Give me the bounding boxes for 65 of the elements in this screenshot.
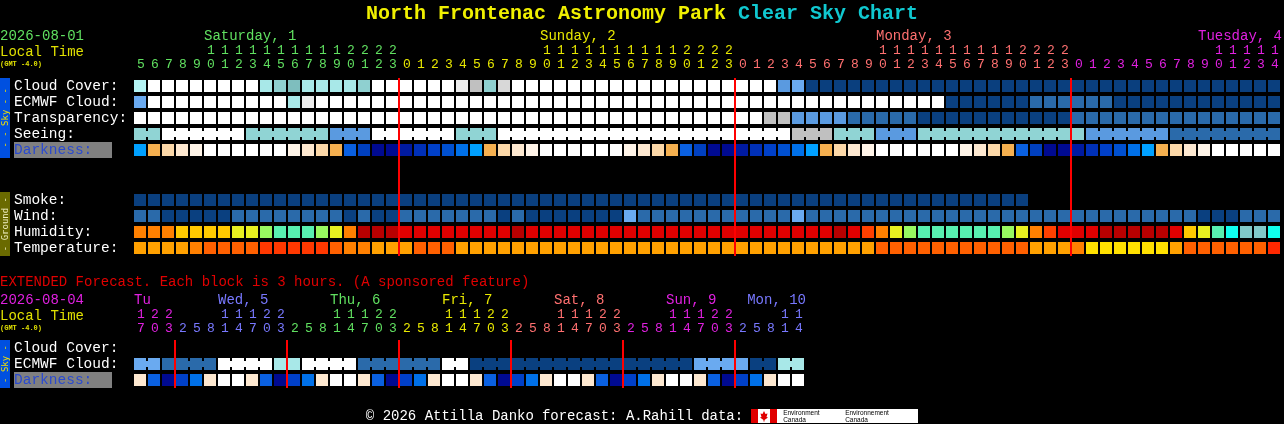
row-label: Cloud Cover: [14,340,119,356]
midnight-line [734,340,736,388]
copyright-text: © 2026 Attilla Danko [365,408,534,424]
midnight-line [622,340,624,388]
date-text: 2026-08-01 [0,28,84,44]
section-label: - - Sky - - [0,88,10,148]
hour-tens-digits: 1 1 1 1 1 1 1 1 1 1 2 2 2 2 [543,44,733,58]
row-label: Seeing: [14,126,75,142]
hour-digits: 2 5 8 1 4 [739,322,802,336]
hour-tens-digits: 1 1 1 1 1 [1215,44,1278,58]
day-label: Sat, 8 [554,292,605,308]
midnight-line [510,340,512,388]
section-label: - Sky - [0,345,10,383]
row-label: ECMWF Cloud: [14,356,119,372]
day-label: Fri, 7 [442,292,493,308]
chart-title: Clear Sky Chart [738,1,919,25]
row-label: Wind: [14,208,58,224]
midnight-line [398,340,400,388]
midnight-line [286,340,288,388]
row-label: Temperature: [14,240,119,256]
local-time-label: Local Time [0,44,84,60]
hour-tens-digits: 1 2 2 [137,308,172,322]
hour-tens-digits: 1 1 1 2 2 [557,308,620,322]
day-label: Monday, 3 [876,28,952,44]
hour-digits: 2 5 8 1 4 7 0 3 [515,322,621,336]
hour-digits: 2 5 8 1 4 7 0 3 [403,322,509,336]
day-label: Tu [134,292,151,308]
hour-digits: 0 1 2 3 4 5 6 7 8 9 0 1 2 3 4 5 6 7 8 9 0 1 2 3 [739,58,1069,72]
site-title: North Frontenac Astronomy Park [365,1,726,25]
hour-digits: 0 1 2 3 4 5 6 7 8 9 0 1 2 3 4 [1075,58,1279,72]
row-label: Humidity: [14,224,93,240]
hour-tens-digits: 1 1 [781,308,802,322]
hour-digits: 2 5 8 1 4 7 0 3 [627,322,733,336]
day-label: Sunday, 2 [540,28,616,44]
local-time-label: Local Time [0,308,84,324]
hour-tens-digits: 1 1 1 1 1 1 1 1 1 1 2 2 2 2 [207,44,397,58]
flag-icon [751,409,778,423]
hour-tens-digits: 1 1 1 2 2 [221,308,284,322]
day-label: Sun, 9 [666,292,717,308]
row-label: Transparency: [14,110,128,126]
hour-tens-digits: 1 1 1 2 2 [669,308,732,322]
row-label: Darkness: [14,372,112,388]
hour-tens-digits: 1 1 1 1 1 1 1 1 1 1 2 2 2 2 [879,44,1069,58]
section-label: - Ground - [0,196,10,252]
day-label: Thu, 6 [330,292,381,308]
extended-forecast-note: EXTENDED Forecast. Each block is 3 hours. (A sponsored feature) [0,274,530,290]
row-label: Cloud Cover: [14,78,119,94]
day-label: Tuesday, 4 [1198,28,1282,44]
row-label: ECMWF Cloud: [14,94,119,110]
date-text: 2026-08-04 [0,292,84,308]
day-label: Mon, 10 [747,292,806,308]
hour-digits: 7 0 3 [137,322,172,336]
hour-tens-digits: 1 1 1 2 2 [445,308,508,322]
hour-digits: 2 5 8 1 4 7 0 3 [179,322,285,336]
hour-digits: 0 1 2 3 4 5 6 7 8 9 0 1 2 3 4 5 6 7 8 9 0 1 2 3 [403,58,733,72]
midnight-line [174,340,176,388]
hour-digits: 2 5 8 1 4 7 0 3 [291,322,397,336]
forecast-credit: forecast: A.Rahill [541,408,694,424]
hour-digits: 5 6 7 8 9 0 1 2 3 4 5 6 7 8 9 0 1 2 3 [137,58,397,72]
day-label: Saturday, 1 [204,28,297,44]
row-label: Smoke: [14,192,67,208]
data-credit-label: data: [701,408,744,424]
hour-tens-digits: 1 1 1 2 2 [333,308,396,322]
day-label: Wed, 5 [218,292,269,308]
row-label: Darkness: [14,142,112,158]
